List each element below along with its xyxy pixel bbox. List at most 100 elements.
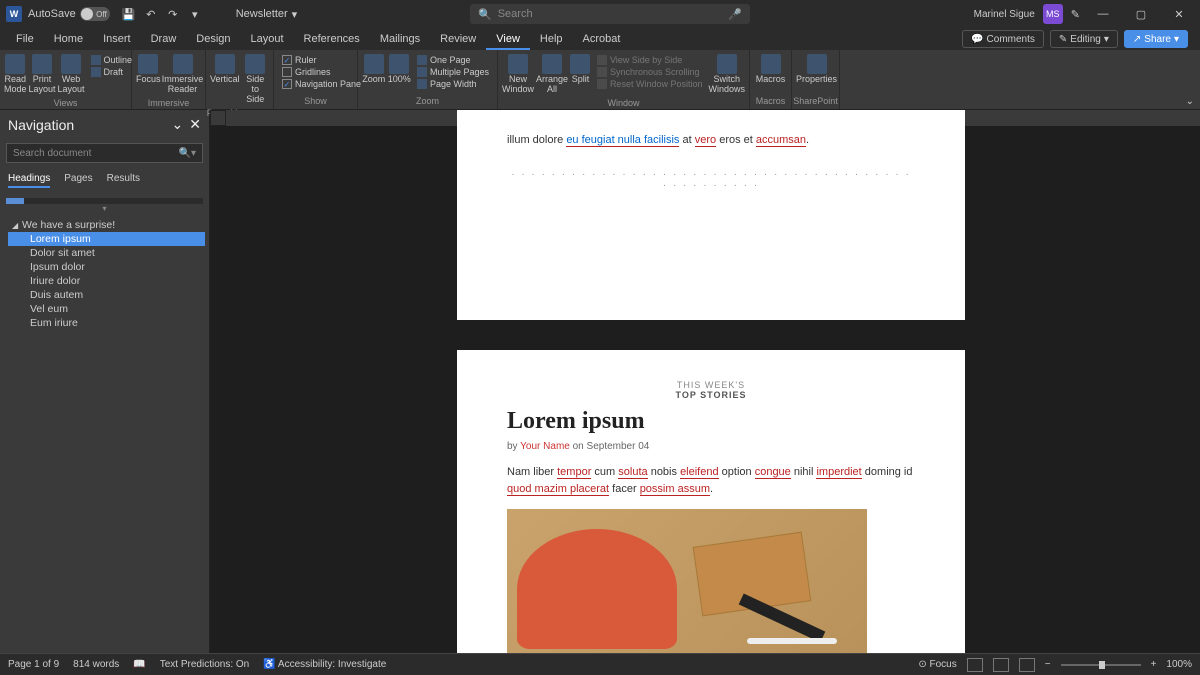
vertical-button[interactable]: Vertical [210,53,240,85]
page-indicator[interactable]: Page 1 of 9 [8,659,59,670]
focus-mode-button[interactable]: ⊙ Focus [918,659,956,670]
tab-mailings[interactable]: Mailings [370,28,430,50]
nav-close-icon[interactable]: ✕ [189,116,201,133]
tab-draw[interactable]: Draw [141,28,187,50]
tab-layout[interactable]: Layout [241,28,294,50]
tab-review[interactable]: Review [430,28,486,50]
article-title: Lorem ipsum [507,408,915,435]
switch-windows-button[interactable]: Switch Windows [708,53,745,95]
zoom-level[interactable]: 100% [1166,659,1192,670]
autosave-toggle[interactable]: Off [80,7,110,21]
side-to-side-button[interactable]: Side to Side [242,53,269,105]
accessibility-status[interactable]: ♿ Accessibility: Investigate [263,659,386,670]
print-layout-button[interactable]: Print Layout [29,53,56,95]
search-icon: 🔍 [478,8,492,21]
tab-home[interactable]: Home [44,28,93,50]
zoom-slider[interactable] [1061,664,1141,666]
outline-item[interactable]: Vel eum [8,302,205,316]
mic-icon[interactable]: 🎤 [728,8,742,21]
body-text: illum dolore eu feugiat nulla facilisis … [507,132,915,149]
outline-button[interactable]: Outline [91,55,133,65]
web-layout-button[interactable]: Web Layout [58,53,85,95]
close-button[interactable]: ✕ [1164,0,1194,28]
divider-dots: · · · · · · · · · · · · · · · · · · · · … [507,169,915,191]
article-image[interactable] [507,509,867,654]
properties-button[interactable]: Properties [796,53,837,85]
gridlines-checkbox[interactable]: Gridlines [282,67,361,77]
tab-help[interactable]: Help [530,28,573,50]
spellcheck-icon[interactable]: 📖 [133,659,145,670]
immersive-reader-button[interactable]: Immersive Reader [163,53,203,95]
read-mode-button[interactable]: Read Mode [4,53,27,95]
nav-tab-pages[interactable]: Pages [64,173,92,188]
tab-file[interactable]: File [6,28,44,50]
word-icon: W [6,6,22,22]
draft-button[interactable]: Draft [91,67,133,77]
byline: by Your Name on September 04 [507,441,915,452]
document-area[interactable]: illum dolore eu feugiat nulla facilisis … [210,110,1200,665]
user-avatar[interactable]: MS [1043,4,1063,24]
undo-icon[interactable]: ↶ [140,3,162,25]
view-side-by-side-button: View Side by Side [597,55,703,65]
navigation-pane: Navigation ⌄ ✕ Search document 🔍▾ Headin… [0,110,210,665]
outline-root[interactable]: ◢We have a surprise! [8,218,205,232]
status-bar: Page 1 of 9 814 words 📖 Text Predictions… [0,653,1200,675]
macros-button[interactable]: Macros [754,53,787,85]
coming-soon-icon[interactable]: ✎ [1071,8,1080,21]
zoom-100-button[interactable]: 100% [387,53,410,85]
zoom-out-button[interactable]: − [1045,659,1051,670]
kicker: THIS WEEK'STOP STORIES [507,380,915,400]
one-page-button[interactable]: One Page [417,55,489,65]
page[interactable]: illum dolore eu feugiat nulla facilisis … [457,110,965,320]
focus-button[interactable]: Focus [136,53,161,85]
share-button[interactable]: ↗ Share ▾ [1124,30,1188,48]
collapse-ribbon-button[interactable]: ⌄ [1186,96,1194,107]
arrange-all-button[interactable]: Arrange All [536,53,568,95]
tab-view[interactable]: View [486,28,530,50]
autosave-label: AutoSave [28,8,76,20]
outline-item[interactable]: Ipsum dolor [8,260,205,274]
nav-search-input[interactable]: Search document 🔍▾ [6,143,203,163]
zoom-button[interactable]: Zoom [362,53,385,85]
tab-design[interactable]: Design [186,28,240,50]
read-mode-view-icon[interactable] [993,658,1009,672]
page[interactable]: THIS WEEK'STOP STORIES Lorem ipsum by Yo… [457,350,965,665]
nav-chevron-icon[interactable]: ⌄ [172,116,184,133]
redo-icon[interactable]: ↷ [162,3,184,25]
outline-item[interactable]: Iriure dolor [8,274,205,288]
split-button[interactable]: Split [570,53,591,85]
document-name[interactable]: Newsletter▾ [236,8,298,21]
outline-item[interactable]: Lorem ipsum [8,232,205,246]
search-input[interactable]: 🔍 Search 🎤 [470,4,750,24]
minimize-button[interactable]: — [1088,0,1118,28]
tab-acrobat[interactable]: Acrobat [573,28,631,50]
ruler-checkbox[interactable]: ✓Ruler [282,55,361,65]
comments-button[interactable]: 💬 Comments [962,30,1044,48]
word-count[interactable]: 814 words [73,659,119,670]
new-window-button[interactable]: New Window [502,53,534,95]
ribbon-tabs: File Home Insert Draw Design Layout Refe… [0,28,1200,50]
ruler-corner [210,110,226,126]
text-predictions[interactable]: Text Predictions: On [160,659,249,670]
nav-position-bar[interactable] [6,198,203,204]
maximize-button[interactable]: ▢ [1126,0,1156,28]
user-name: Marinel Sigue [974,9,1035,20]
nav-tab-results[interactable]: Results [107,173,140,188]
save-icon[interactable]: 💾 [118,3,140,25]
zoom-in-button[interactable]: + [1151,659,1157,670]
outline-item[interactable]: Dolor sit amet [8,246,205,260]
qat-customize-icon[interactable]: ▾ [184,3,206,25]
page-width-button[interactable]: Page Width [417,79,489,89]
nav-pane-checkbox[interactable]: ✓Navigation Pane [282,79,361,89]
web-layout-view-icon[interactable] [1019,658,1035,672]
nav-tab-headings[interactable]: Headings [8,173,50,188]
outline-item[interactable]: Eum iriure [8,316,205,330]
tab-insert[interactable]: Insert [93,28,141,50]
search-icon: 🔍▾ [179,148,196,159]
ribbon: Read Mode Print Layout Web Layout Outlin… [0,50,1200,110]
multiple-pages-button[interactable]: Multiple Pages [417,67,489,77]
tab-references[interactable]: References [294,28,370,50]
outline-item[interactable]: Duis autem [8,288,205,302]
print-layout-view-icon[interactable] [967,658,983,672]
editing-mode-button[interactable]: ✎ Editing ▾ [1050,30,1118,48]
